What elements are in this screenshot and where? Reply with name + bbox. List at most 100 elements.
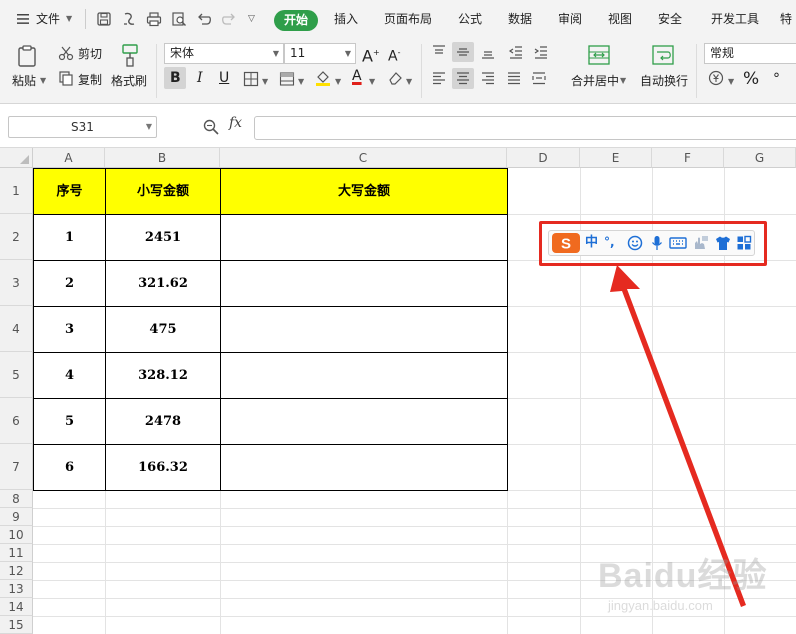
borders-dropdown-icon[interactable]: ▼ <box>262 75 268 89</box>
merge-center-button[interactable]: 合并居中 <box>571 74 619 88</box>
sogou-logo-icon[interactable]: S <box>552 233 580 256</box>
tab-insert[interactable]: 插入 <box>334 11 358 27</box>
cut-button[interactable]: 剪切 <box>78 47 102 61</box>
formula-input[interactable] <box>254 116 796 140</box>
tab-data[interactable]: 数据 <box>508 11 532 27</box>
italic-button[interactable]: I <box>197 71 203 85</box>
column-header-d[interactable]: D <box>507 148 580 168</box>
font-color-button[interactable]: A <box>352 69 362 83</box>
row-header-4[interactable]: 4 <box>0 306 33 352</box>
table-cell[interactable]: 4 <box>34 353 105 398</box>
punctuation-icon[interactable]: °, <box>604 234 615 250</box>
cell-style-icon[interactable] <box>279 71 295 90</box>
table-cell[interactable]: 2 <box>34 261 105 306</box>
export-pdf-icon[interactable] <box>121 11 137 27</box>
table-cell[interactable]: 475 <box>106 307 220 352</box>
table-cell[interactable] <box>221 445 507 490</box>
microphone-icon[interactable] <box>650 235 664 254</box>
tab-special[interactable]: 特 <box>780 11 792 27</box>
undo-icon[interactable] <box>196 11 212 27</box>
row-header-10[interactable]: 10 <box>0 526 33 544</box>
toolbox-grid-icon[interactable] <box>736 235 752 254</box>
emoji-icon[interactable] <box>627 235 643 254</box>
table-cell[interactable]: 3 <box>34 307 105 352</box>
percent-button[interactable]: % <box>743 69 759 89</box>
ime-toolbar[interactable]: S 中 °, <box>548 230 755 256</box>
copy-button[interactable]: 复制 <box>78 73 102 87</box>
paste-button[interactable]: 粘贴 <box>12 74 36 88</box>
cut-icon[interactable] <box>58 45 74 64</box>
table-cell[interactable]: 1 <box>34 215 105 260</box>
copy-icon[interactable] <box>58 70 74 89</box>
quick-access-dropdown-icon[interactable]: ▽ <box>248 11 255 27</box>
row-header-12[interactable]: 12 <box>0 562 33 580</box>
decrease-indent-icon[interactable] <box>508 44 524 63</box>
merge-center-dropdown-icon[interactable]: ▼ <box>620 74 626 88</box>
print-icon[interactable] <box>146 11 162 27</box>
tab-home[interactable]: 开始 <box>274 10 318 31</box>
row-header-5[interactable]: 5 <box>0 352 33 398</box>
table-cell[interactable]: 328.12 <box>106 353 220 398</box>
header-cell-amount-uppercase[interactable]: 大写金额 <box>221 169 507 214</box>
tab-developer[interactable]: 开发工具 <box>711 11 759 27</box>
distributed-align-icon[interactable] <box>531 70 547 89</box>
paste-icon[interactable] <box>16 44 40 71</box>
row-header-11[interactable]: 11 <box>0 544 33 562</box>
table-cell[interactable]: 5 <box>34 399 105 444</box>
row-header-2[interactable]: 2 <box>0 214 33 260</box>
row-header-13[interactable]: 13 <box>0 580 33 598</box>
align-middle-icon[interactable] <box>455 44 471 63</box>
row-header-3[interactable]: 3 <box>0 260 33 306</box>
column-header-e[interactable]: E <box>580 148 652 168</box>
skin-shirt-icon[interactable] <box>715 235 731 254</box>
font-size-combo[interactable]: 11 ▼ <box>284 43 356 64</box>
row-header-1[interactable]: 1 <box>0 168 33 214</box>
merge-center-icon[interactable] <box>587 43 611 70</box>
chinese-mode-icon[interactable]: 中 <box>585 235 598 251</box>
fill-color-icon[interactable] <box>314 69 332 90</box>
table-cell[interactable]: 321.62 <box>106 261 220 306</box>
tab-formulas[interactable]: 公式 <box>458 11 482 27</box>
borders-icon[interactable] <box>243 71 259 90</box>
table-cell[interactable]: 166.32 <box>106 445 220 490</box>
align-bottom-icon[interactable] <box>480 44 496 63</box>
grow-font-button[interactable]: A+ <box>362 43 380 66</box>
cell-style-dropdown-icon[interactable]: ▼ <box>298 75 304 89</box>
insert-function-button[interactable]: fx <box>229 115 242 131</box>
paste-dropdown-icon[interactable]: ▼ <box>40 74 46 88</box>
align-right-icon[interactable] <box>480 70 496 89</box>
column-header-f[interactable]: F <box>652 148 724 168</box>
table-cell[interactable] <box>221 261 507 306</box>
redo-icon[interactable] <box>221 11 237 27</box>
row-header-15[interactable]: 15 <box>0 616 33 634</box>
table-cell[interactable]: 2451 <box>106 215 220 260</box>
print-preview-icon[interactable] <box>171 11 187 27</box>
clear-format-icon[interactable] <box>387 70 403 89</box>
row-header-14[interactable]: 14 <box>0 598 33 616</box>
row-header-9[interactable]: 9 <box>0 508 33 526</box>
tab-view[interactable]: 视图 <box>608 11 632 27</box>
currency-icon[interactable] <box>708 70 724 89</box>
keyboard-icon[interactable] <box>669 235 687 254</box>
row-header-7[interactable]: 7 <box>0 444 33 490</box>
header-cell-amount-lowercase[interactable]: 小写金额 <box>106 169 220 214</box>
table-cell[interactable]: 6 <box>34 445 105 490</box>
table-cell[interactable] <box>221 399 507 444</box>
column-header-b[interactable]: B <box>105 148 220 168</box>
currency-dropdown-icon[interactable]: ▼ <box>728 75 734 89</box>
header-cell-index[interactable]: 序号 <box>34 169 105 214</box>
underline-button[interactable]: U <box>219 71 229 85</box>
tab-security[interactable]: 安全 <box>658 11 682 27</box>
name-box[interactable]: S31 ▼ <box>8 116 157 138</box>
clear-format-dropdown-icon[interactable]: ▼ <box>406 75 412 89</box>
table-cell[interactable] <box>221 307 507 352</box>
file-menu[interactable]: 文件 <box>36 11 60 27</box>
format-painter-icon[interactable] <box>118 42 142 71</box>
save-icon[interactable] <box>96 11 112 27</box>
column-header-a[interactable]: A <box>33 148 105 168</box>
format-painter-button[interactable]: 格式刷 <box>111 74 147 88</box>
wrap-text-button[interactable]: 自动换行 <box>640 74 688 88</box>
file-menu-chevron-icon[interactable]: ▼ <box>66 11 72 27</box>
row-header-8[interactable]: 8 <box>0 490 33 508</box>
shrink-font-button[interactable]: A- <box>388 43 400 67</box>
